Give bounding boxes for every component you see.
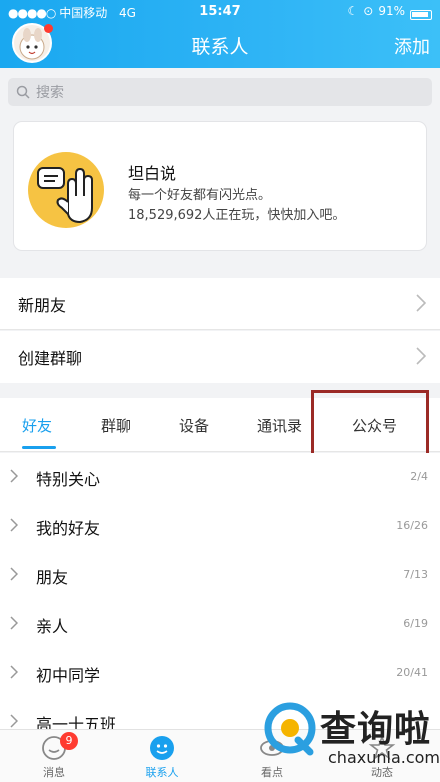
list-item[interactable]: 亲人 6/19 bbox=[0, 600, 440, 649]
watermark-url: chaxunla.com bbox=[328, 748, 440, 767]
new-friends-label: 新朋友 bbox=[18, 295, 67, 315]
group-name: 初中同学 bbox=[36, 666, 101, 685]
carrier-name: 中国移动 bbox=[59, 6, 108, 20]
list-item[interactable]: 朋友 7/13 bbox=[0, 551, 440, 600]
bottom-tab-label: 联系人 bbox=[145, 766, 179, 779]
chevron-right-icon bbox=[10, 469, 18, 483]
clock: 15:47 bbox=[199, 4, 241, 19]
lock-rotation-icon: ⊙ bbox=[363, 4, 374, 18]
add-button[interactable]: 添加 bbox=[394, 33, 430, 59]
bottom-tab-messages[interactable]: 9 消息 bbox=[24, 732, 84, 780]
chevron-right-icon bbox=[10, 714, 18, 728]
contacts-icon bbox=[150, 736, 174, 760]
group-name: 特别关心 bbox=[36, 470, 101, 489]
bottom-tab-contacts[interactable]: 联系人 bbox=[132, 734, 192, 780]
group-name: 朋友 bbox=[36, 568, 69, 587]
new-friends-row[interactable]: 新朋友 bbox=[0, 278, 440, 330]
group-name: 高一十五班 bbox=[36, 715, 117, 729]
chevron-right-icon bbox=[416, 347, 426, 365]
create-group-label: 创建群聊 bbox=[18, 349, 83, 368]
bottom-tab-label: 消息 bbox=[43, 766, 65, 779]
hand-speech-icon bbox=[28, 152, 104, 228]
create-group-row[interactable]: 创建群聊 bbox=[0, 331, 440, 383]
app-header: ●●●●○ 中国移动 4G 15:47 ☾ ⊙ 91% 联系人 添加 bbox=[0, 0, 440, 68]
signal-icon: ●●●●○ bbox=[8, 6, 56, 20]
watermark-logo-icon bbox=[264, 702, 316, 756]
promo-subtitle: 每一个好友都有闪光点。 bbox=[128, 188, 272, 203]
page-title: 联系人 bbox=[191, 36, 249, 58]
chevron-right-icon bbox=[10, 518, 18, 532]
network-type: 4G bbox=[119, 6, 136, 20]
chevron-right-icon bbox=[416, 294, 426, 312]
active-tab-indicator bbox=[22, 446, 56, 449]
list-item[interactable]: 特别关心 2/4 bbox=[0, 453, 440, 502]
group-count: 6/19 bbox=[403, 617, 428, 630]
promo-card[interactable]: 坦白说 每一个好友都有闪光点。 18,529,692人正在玩，快快加入吧。 bbox=[14, 122, 426, 250]
nav-bar: 联系人 添加 bbox=[0, 22, 440, 68]
list-item[interactable]: 我的好友 16/26 bbox=[0, 502, 440, 551]
friend-group-list: 特别关心 2/4 我的好友 16/26 朋友 7/13 亲人 6/19 初中同学… bbox=[0, 453, 440, 729]
group-count: 16/26 bbox=[396, 519, 428, 532]
chevron-right-icon bbox=[10, 567, 18, 581]
group-name: 我的好友 bbox=[36, 519, 101, 538]
watermark-title: 查询啦 bbox=[320, 709, 432, 750]
status-right: ☾ ⊙ 91% bbox=[347, 4, 432, 20]
chevron-right-icon bbox=[10, 616, 18, 630]
group-count: 20/41 bbox=[396, 666, 428, 679]
tab-address-book[interactable]: 通讯录 bbox=[257, 415, 302, 436]
list-item[interactable]: 初中同学 20/41 bbox=[0, 649, 440, 698]
watermark: 查询啦 chaxunla.com bbox=[262, 694, 440, 780]
group-name: 亲人 bbox=[36, 617, 69, 636]
group-count: 2/4 bbox=[410, 470, 428, 483]
tab-groups[interactable]: 群聊 bbox=[101, 415, 131, 436]
search-area: 搜索 bbox=[0, 68, 440, 114]
carrier-info: ●●●●○ 中国移动 4G bbox=[8, 4, 136, 21]
moon-icon: ☾ bbox=[347, 4, 359, 18]
battery-icon bbox=[410, 10, 432, 20]
status-bar: ●●●●○ 中国移动 4G 15:47 ☾ ⊙ 91% bbox=[0, 0, 440, 22]
group-count: 7/13 bbox=[403, 568, 428, 581]
search-icon bbox=[16, 85, 30, 99]
chevron-right-icon bbox=[10, 665, 18, 679]
search-placeholder: 搜索 bbox=[36, 85, 64, 101]
unread-badge: 9 bbox=[60, 732, 78, 750]
promo-title: 坦白说 bbox=[128, 164, 177, 183]
promo-player-count: 18,529,692人正在玩，快快加入吧。 bbox=[128, 208, 346, 223]
search-input[interactable]: 搜索 bbox=[8, 78, 432, 106]
tab-friends[interactable]: 好友 bbox=[22, 415, 52, 436]
battery-percent: 91% bbox=[378, 4, 405, 18]
tab-devices[interactable]: 设备 bbox=[179, 415, 209, 436]
